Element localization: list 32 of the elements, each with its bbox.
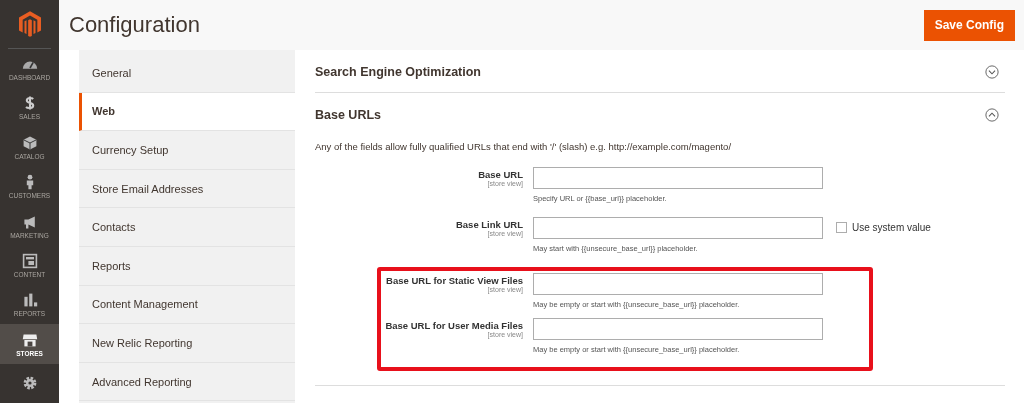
section-description: Any of the fields allow fully qualified URLs that end with '/' (slash) e.g. http://example.com/magento/ xyxy=(315,141,733,152)
save-config-button[interactable]: Save Config xyxy=(923,9,1015,41)
config-tab[interactable]: Contacts xyxy=(79,208,295,247)
box-icon xyxy=(21,134,38,151)
storefront-icon xyxy=(21,331,38,348)
config-tab[interactable]: General xyxy=(79,54,295,93)
field-label: Base URL xyxy=(478,169,523,180)
bar-chart-icon xyxy=(21,292,38,309)
checkbox[interactable] xyxy=(836,222,847,233)
config-tab[interactable]: Content Management xyxy=(79,285,295,325)
url-field[interactable] xyxy=(533,167,823,189)
url-field[interactable] xyxy=(533,318,823,340)
expand-icon[interactable] xyxy=(985,65,999,79)
config-tab[interactable]: Advanced Reporting xyxy=(79,362,295,402)
config-tab[interactable]: Currency Setup xyxy=(79,131,295,170)
checkbox-label: Use system value xyxy=(852,222,931,233)
section-title[interactable]: Base URLs xyxy=(315,108,381,122)
field-label: Base URL for User Media Files xyxy=(385,320,523,331)
field-label: Base Link URL xyxy=(455,219,523,230)
page-title: Configuration xyxy=(69,12,200,38)
url-field[interactable] xyxy=(533,273,823,295)
section-title[interactable]: Search Engine Optimization xyxy=(315,65,481,79)
config-tab[interactable]: Reports xyxy=(79,246,295,286)
url-field[interactable] xyxy=(533,217,823,239)
settings-icon xyxy=(21,375,38,392)
layout-icon xyxy=(21,252,38,269)
collapse-icon[interactable] xyxy=(985,108,999,122)
logo-icon xyxy=(18,11,41,37)
config-tab[interactable]: Store Email Addresses xyxy=(79,169,295,209)
config-tab[interactable]: Web xyxy=(79,92,295,132)
config-tab[interactable]: New Relic Reporting xyxy=(79,324,295,363)
field-label: Base URL for Static View Files xyxy=(386,275,523,286)
